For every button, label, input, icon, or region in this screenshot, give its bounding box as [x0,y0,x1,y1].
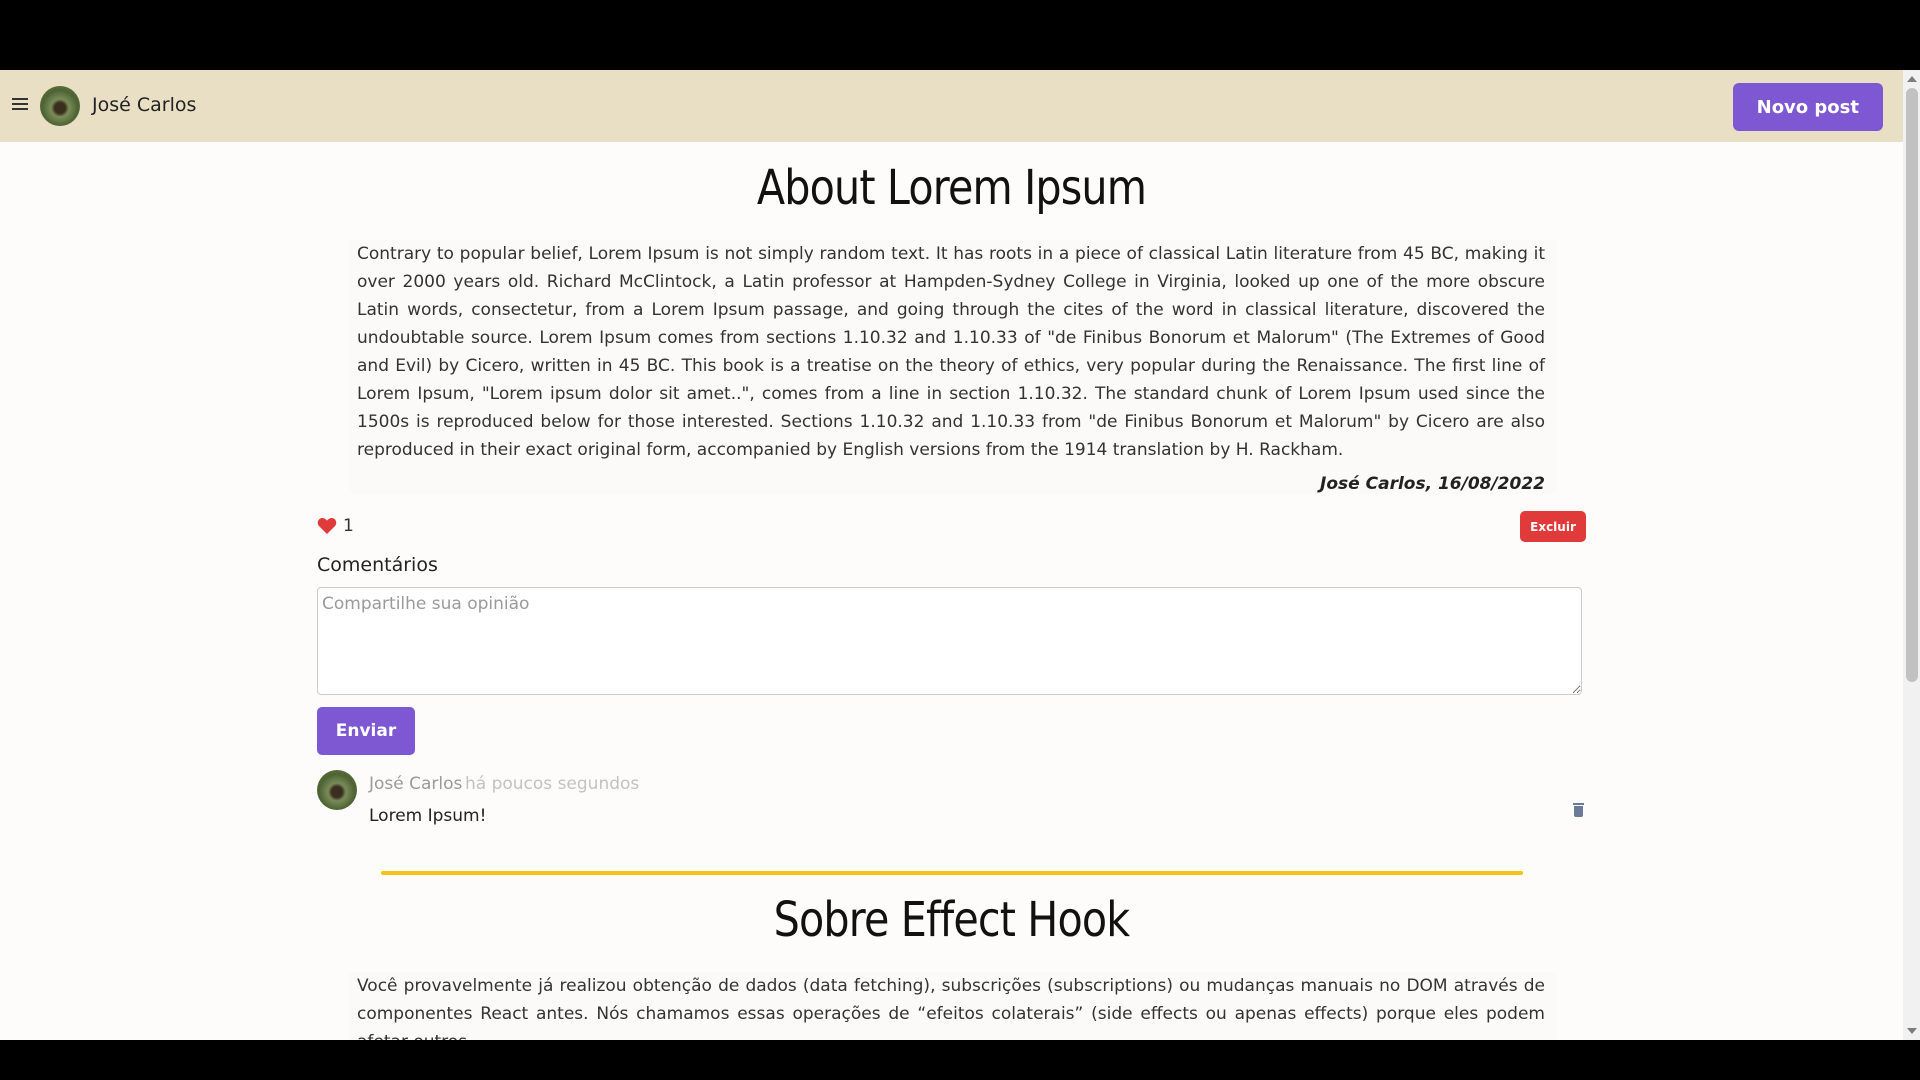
comment-text: Lorem Ipsum! [369,806,487,826]
comment-timestamp: há poucos segundos [465,774,640,794]
scroll-up-arrow-icon[interactable] [1907,76,1917,82]
post-title: About Lorem Ipsum [756,160,1147,216]
new-post-button[interactable]: Novo post [1732,83,1883,131]
user-avatar[interactable] [40,86,80,126]
post-title: Sobre Effect Hook [773,892,1130,948]
send-comment-button[interactable]: Enviar [317,707,415,755]
post-body: Você provavelmente já realizou obtenção … [349,972,1557,1040]
comment-author: José Carlos [369,774,463,794]
comment-item: José Carlos há poucos segundos Lorem Ips… [317,770,1587,830]
post-body: Contrary to popular belief, Lorem Ipsum … [349,240,1557,494]
post-divider [381,871,1523,875]
top-header: José Carlos Novo post [0,70,1903,142]
comments-heading: Comentários [317,554,438,576]
hamburger-menu-icon[interactable] [12,98,28,112]
like-button[interactable]: 1 [317,516,354,536]
post-text: Contrary to popular belief, Lorem Ipsum … [357,244,1545,460]
comment-avatar [317,770,357,810]
heart-icon [317,517,337,534]
app-viewport: José Carlos Novo post About Lorem Ipsum … [0,70,1920,1040]
vertical-scrollbar[interactable] [1903,70,1920,1040]
post-author-date: José Carlos, 16/08/2022 [1320,474,1545,494]
like-count: 1 [343,516,354,536]
trash-icon[interactable] [1573,803,1584,817]
post-text: Você provavelmente já realizou obtenção … [357,976,1545,1040]
comment-input[interactable] [317,587,1582,695]
user-name: José Carlos [92,94,197,116]
delete-post-button[interactable]: Excluir [1520,511,1586,542]
scroll-down-arrow-icon[interactable] [1907,1028,1917,1034]
scrollbar-thumb[interactable] [1906,88,1918,682]
